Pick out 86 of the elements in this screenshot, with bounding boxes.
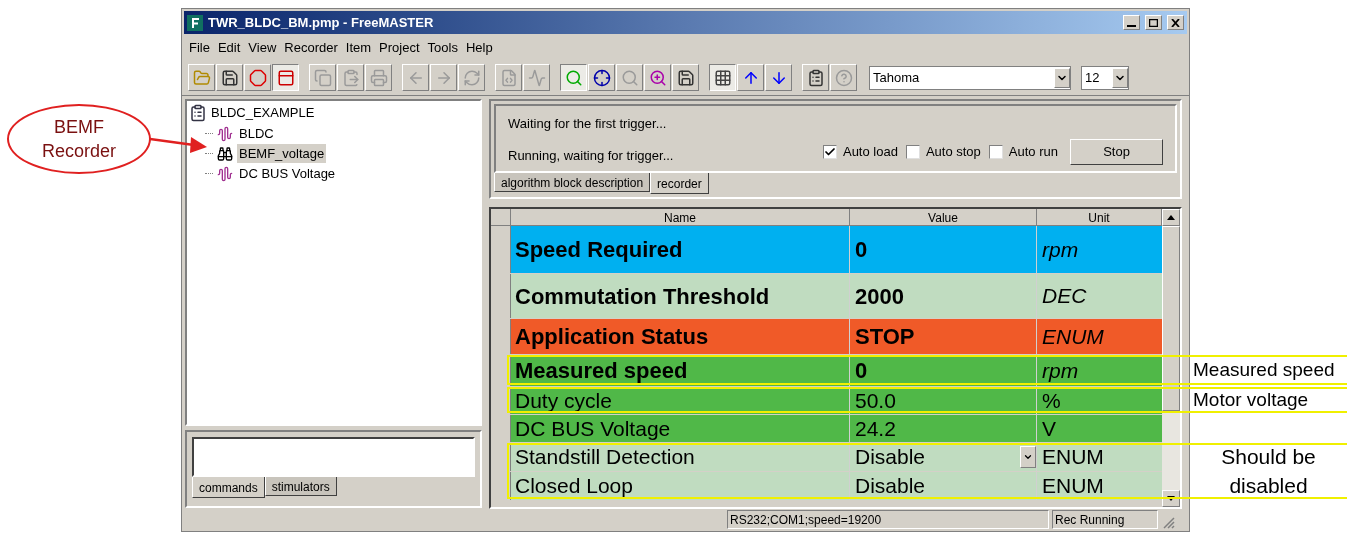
checkbox[interactable]	[988, 145, 1003, 159]
magnifier-icon	[620, 68, 639, 87]
annotation-text: BEMF	[54, 116, 104, 139]
maximize-icon	[1149, 18, 1158, 27]
tab[interactable]: algorithm block description	[494, 173, 651, 192]
window-icon	[276, 68, 295, 87]
magnifier-icon	[564, 68, 583, 87]
table-cell: Speed Required	[511, 226, 850, 273]
status-bar-field: RS232;COM1;speed=19200	[727, 510, 1049, 529]
table-cell: 0	[850, 226, 1037, 273]
table-cell: ENUM	[1037, 472, 1162, 500]
printer-icon	[369, 68, 388, 87]
tree-item[interactable]: BLDC_EXAMPLE	[211, 103, 315, 123]
table-cell: V	[1037, 415, 1162, 442]
stop-sign-icon	[248, 68, 267, 87]
stop-button[interactable]: Stop	[1070, 139, 1163, 165]
check-icon	[823, 146, 836, 158]
menu-item[interactable]: File	[186, 38, 213, 58]
status-bar-field: Rec Running	[1052, 510, 1158, 529]
font-dropdown[interactable]: Tahoma	[869, 65, 1071, 90]
tab[interactable]: commands	[192, 477, 265, 498]
tree-item[interactable]: BLDC	[237, 123, 276, 144]
table-cell: Disable	[850, 443, 1020, 471]
menu-item[interactable]: Edit	[214, 38, 244, 58]
clipboard-icon	[806, 68, 825, 87]
menu-item[interactable]: View	[245, 38, 280, 58]
resize-grip-icon	[1161, 515, 1175, 529]
table-cell: STOP	[850, 319, 1037, 354]
zoom-icon	[648, 68, 667, 87]
close-icon	[1171, 18, 1180, 27]
annotation-text: Recorder	[42, 140, 116, 163]
tree-item[interactable]: BEMF_voltage	[237, 143, 327, 164]
crosshair-icon	[592, 68, 611, 87]
menu-item[interactable]: Item	[342, 38, 375, 58]
folder-icon	[192, 68, 211, 87]
table-cell: DC BUS Voltage	[511, 415, 850, 442]
maximize-button[interactable]	[1145, 15, 1162, 30]
tab[interactable]: stimulators	[264, 477, 337, 496]
help-icon	[834, 68, 853, 87]
table-cell: 24.2	[850, 415, 1037, 442]
project-icon	[189, 103, 207, 122]
table-cell: DEC	[1037, 274, 1162, 318]
table-cell: 2000	[850, 274, 1037, 318]
tree-item[interactable]: DC BUS Voltage	[237, 163, 338, 184]
checkbox-label: Auto load	[842, 143, 898, 162]
checkbox[interactable]	[905, 145, 920, 159]
grid-icon	[713, 68, 732, 87]
close-button[interactable]	[1167, 15, 1184, 30]
up-arrow-icon	[1167, 215, 1175, 220]
scrollbar[interactable]	[1162, 209, 1180, 507]
table-cell: Disable	[850, 472, 1037, 500]
menu-item[interactable]: Project	[376, 38, 423, 58]
table-cell: ENUM	[1037, 319, 1162, 354]
table-cell: Application Status	[511, 319, 850, 354]
wave-icon	[527, 68, 546, 87]
menu-item[interactable]: Help	[462, 38, 496, 58]
checkbox-label: Auto stop	[925, 143, 981, 162]
command-input[interactable]	[192, 437, 475, 477]
menu-item[interactable]: Recorder	[281, 38, 341, 58]
toolbar-button[interactable]	[272, 64, 299, 91]
window-title: TWR_BLDC_BM.pmp - FreeMASTER	[208, 13, 435, 32]
font-size-dropdown[interactable]: 12	[1081, 65, 1129, 90]
tab[interactable]: recorder	[650, 173, 709, 194]
checkbox[interactable]	[822, 145, 837, 159]
minimize-icon	[1127, 24, 1136, 27]
table-cell: Commutation Threshold	[511, 274, 850, 318]
app-logo-icon	[187, 14, 203, 31]
binoculars-icon	[217, 145, 233, 162]
table-cell: ENUM	[1037, 443, 1162, 471]
table-cell: Closed Loop	[511, 472, 850, 500]
toolbar-button[interactable]	[709, 64, 736, 91]
status-message: Running, waiting for trigger...	[508, 146, 675, 165]
dropdown-button[interactable]	[1020, 446, 1036, 468]
copy-icon	[313, 68, 332, 87]
paste-icon	[341, 68, 360, 87]
wave-icon	[217, 165, 233, 182]
table-cell: Standstill Detection	[511, 443, 850, 471]
down-arrow-icon	[1167, 496, 1175, 501]
document-icon	[499, 68, 518, 87]
minimize-button[interactable]	[1123, 15, 1140, 30]
status-message: Waiting for the first trigger...	[508, 115, 668, 133]
refresh-icon	[462, 68, 481, 87]
wave-icon	[217, 125, 233, 142]
checkbox-label: Auto run	[1008, 143, 1058, 162]
table-cell: rpm	[1037, 226, 1162, 273]
menu-item[interactable]: Tools	[424, 38, 461, 58]
